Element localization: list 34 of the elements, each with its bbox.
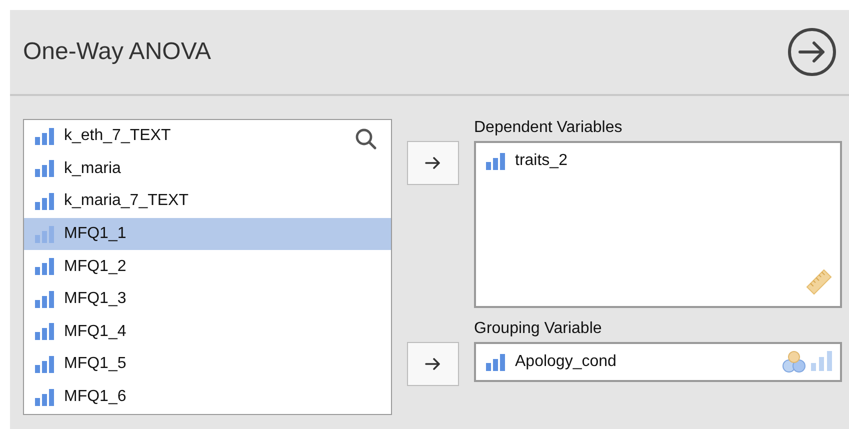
- variable-item[interactable]: MFQ1_3: [24, 282, 391, 316]
- scale-icon: [35, 226, 54, 243]
- scale-icon: [35, 388, 54, 406]
- scale-icon: [486, 354, 505, 370]
- scale-icon: [35, 192, 54, 210]
- scale-icon: [486, 152, 505, 170]
- arrow-icon: [425, 358, 441, 370]
- arrow-icon: [425, 157, 441, 169]
- scale-icon: [35, 160, 54, 178]
- variable-item[interactable]: MFQ1_6: [24, 380, 391, 414]
- ordinal-icon: [811, 351, 832, 371]
- variable-item[interactable]: MFQ1_5: [24, 348, 391, 381]
- move-arrow-button[interactable]: [407, 141, 459, 185]
- variable-item[interactable]: MFQ1_1: [24, 218, 391, 250]
- target-list[interactable]: Apology_cond: [474, 342, 842, 382]
- scale-icon: [35, 323, 54, 340]
- scale-icon: [35, 128, 54, 145]
- target-list[interactable]: traits_2: [474, 141, 842, 308]
- move-arrow-button[interactable]: [407, 342, 459, 386]
- target-label: Grouping Variable: [474, 320, 603, 338]
- variable-item[interactable]: traits_2: [486, 151, 830, 171]
- variable-item[interactable]: MFQ1_4: [24, 316, 391, 348]
- target-label: Dependent Variables: [474, 119, 624, 137]
- scale-icon: [35, 258, 54, 276]
- variable-item[interactable]: k_maria_7_TEXT: [24, 185, 391, 218]
- scale-icon: [35, 356, 54, 373]
- variable-item[interactable]: Apology_cond: [486, 352, 830, 372]
- search-icon[interactable]: [355, 128, 377, 150]
- scale-icon: [35, 290, 54, 308]
- nominal-icon: [782, 351, 807, 373]
- variable-item[interactable]: k_maria: [24, 152, 391, 186]
- analysis-title: One-Way ANOVA: [23, 38, 212, 66]
- variable-item[interactable]: MFQ1_2: [24, 250, 391, 283]
- variable-item[interactable]: k_eth_7_TEXT: [24, 120, 391, 153]
